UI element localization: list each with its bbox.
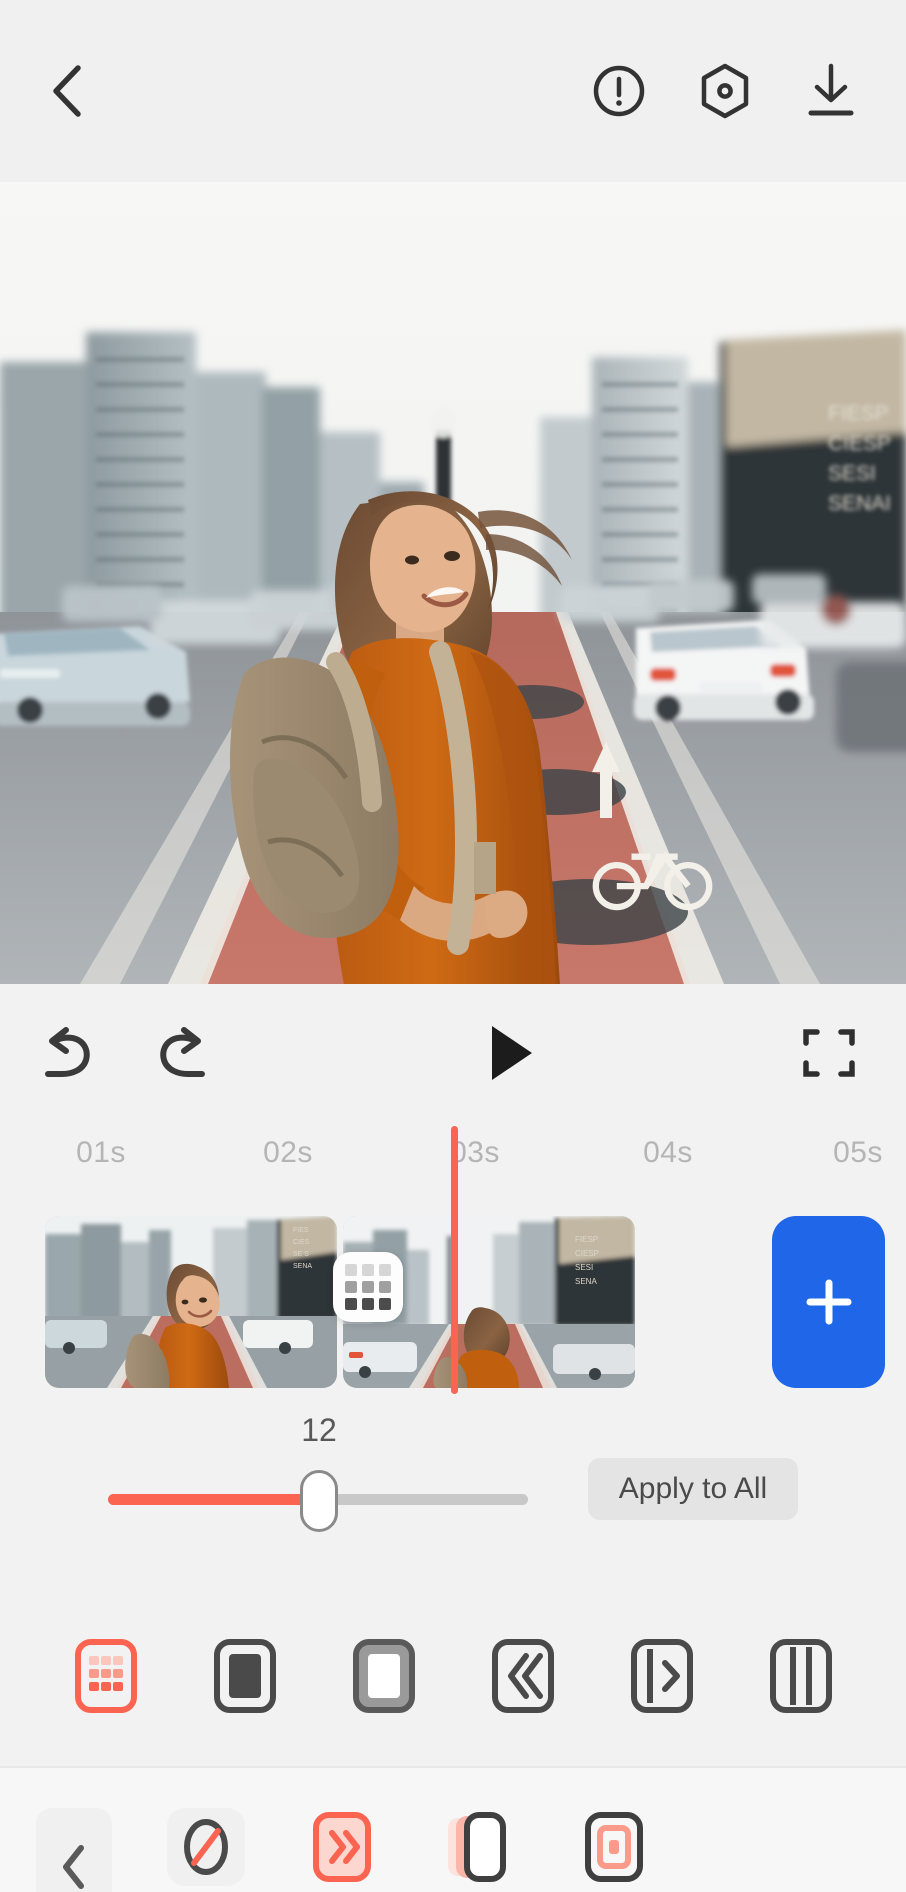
nav-basic-chip	[303, 1808, 381, 1886]
split-transition-icon	[770, 1639, 832, 1713]
timeline[interactable]: FIES CIES SE S SENA	[0, 1188, 906, 1396]
player-controls	[0, 984, 906, 1122]
back-button[interactable]	[30, 54, 104, 128]
download-icon	[801, 62, 861, 120]
svg-text:FIESP: FIESP	[575, 1235, 598, 1244]
undo-icon	[38, 1026, 96, 1080]
grid-cell	[362, 1298, 374, 1310]
grid-cell	[345, 1298, 357, 1310]
playback-center	[220, 1013, 792, 1093]
nav-back-chevron-icon	[59, 1844, 89, 1890]
video-editor-screen: FIESP CIESP SESI SENAI	[0, 0, 906, 1892]
nav-item-none[interactable]: None	[138, 1808, 274, 1892]
add-clip-button[interactable]	[772, 1216, 885, 1388]
fullscreen-button[interactable]	[792, 1016, 866, 1090]
none-icon	[179, 1816, 233, 1878]
fullscreen-icon	[802, 1026, 856, 1080]
grid-cell	[362, 1264, 374, 1276]
timeline-clip-1[interactable]: FIES CIES SE S SENA	[45, 1216, 337, 1388]
ruler-tick-2: 02s	[263, 1136, 313, 1170]
alert-icon	[591, 63, 647, 119]
top-bar	[0, 0, 906, 182]
video-preview[interactable]: FIESP CIESP SESI SENAI	[0, 182, 906, 984]
effect-swipe-left-button[interactable]	[453, 1639, 592, 1713]
plus-icon	[802, 1275, 856, 1329]
basic-icon	[313, 1812, 371, 1882]
svg-text:SENA: SENA	[575, 1277, 597, 1286]
export-button[interactable]	[794, 54, 868, 128]
nav-item-motion-blur[interactable]: Motion Blur	[410, 1808, 546, 1892]
redo-icon	[154, 1026, 212, 1080]
nav-motion-blur-chip	[439, 1808, 517, 1886]
undo-button[interactable]	[30, 1016, 104, 1090]
clip-1-thumbnail: FIES CIES SE S SENA	[45, 1216, 337, 1388]
motion-blur-icon	[446, 1812, 510, 1882]
transition-button[interactable]	[333, 1252, 403, 1322]
nav-item-zoom[interactable]: Zoom	[546, 1808, 682, 1892]
zoom-icon	[585, 1812, 643, 1882]
slider-value-label: 12	[301, 1412, 337, 1449]
view-controls	[792, 1016, 866, 1090]
svg-text:SE S: SE S	[293, 1251, 309, 1258]
grid-cell	[345, 1281, 357, 1293]
duration-slider[interactable]: 12	[108, 1458, 528, 1538]
slider-thumb[interactable]	[300, 1470, 338, 1532]
playhead[interactable]	[451, 1126, 458, 1394]
transition-effects-row	[0, 1586, 906, 1766]
grid-cell	[362, 1281, 374, 1293]
preview-image: FIESP CIESP SESI SENAI	[0, 182, 906, 984]
nav-item-basic[interactable]: Basic	[274, 1808, 410, 1892]
grid-cell	[345, 1264, 357, 1276]
svg-text:SESI: SESI	[828, 462, 876, 485]
svg-text:SENA: SENA	[293, 1263, 312, 1270]
nav-zoom-chip	[575, 1808, 653, 1886]
alert-button[interactable]	[582, 54, 656, 128]
fade-black-transition-icon	[214, 1639, 276, 1713]
swipe-left-transition-icon	[492, 1639, 554, 1713]
fade-white-transition-icon	[353, 1639, 415, 1713]
slide-right-transition-icon	[631, 1639, 693, 1713]
grid-transition-icon	[75, 1639, 137, 1713]
grid-cell	[379, 1264, 391, 1276]
redo-button[interactable]	[146, 1016, 220, 1090]
nav-items: None Basic	[138, 1808, 682, 1892]
history-controls	[30, 1016, 220, 1090]
ruler-tick-1: 01s	[76, 1136, 126, 1170]
play-button[interactable]	[471, 1013, 551, 1093]
back-chevron-icon	[48, 64, 86, 118]
effect-slide-right-button[interactable]	[592, 1639, 731, 1713]
ruler-tick-5: 05s	[833, 1136, 883, 1170]
svg-text:SENAI: SENAI	[828, 492, 891, 515]
grid-cell	[379, 1281, 391, 1293]
svg-text:FIESP: FIESP	[828, 402, 889, 425]
effect-grid-button[interactable]	[36, 1639, 175, 1713]
svg-text:CIES: CIES	[293, 1239, 310, 1246]
settings-button[interactable]	[688, 54, 762, 128]
effect-fade-white-button[interactable]	[314, 1639, 453, 1713]
bottom-nav: None Basic	[0, 1766, 906, 1892]
slider-fill	[108, 1494, 318, 1505]
play-icon	[484, 1022, 538, 1084]
aperture-hexagon-icon	[697, 62, 753, 120]
effect-split-button[interactable]	[731, 1639, 870, 1713]
apply-to-all-button[interactable]: Apply to All	[588, 1458, 798, 1520]
nav-none-chip	[167, 1808, 245, 1886]
grid-cell	[379, 1298, 391, 1310]
svg-text:SESI: SESI	[575, 1263, 593, 1272]
svg-text:FIES: FIES	[293, 1227, 309, 1234]
nav-back-button[interactable]	[36, 1808, 112, 1892]
ruler-tick-4: 04s	[643, 1136, 693, 1170]
duration-slider-row: 12 Apply to All	[0, 1396, 906, 1586]
svg-text:CIESP: CIESP	[575, 1249, 599, 1258]
svg-text:CIESP: CIESP	[828, 432, 891, 455]
effect-fade-black-button[interactable]	[175, 1639, 314, 1713]
